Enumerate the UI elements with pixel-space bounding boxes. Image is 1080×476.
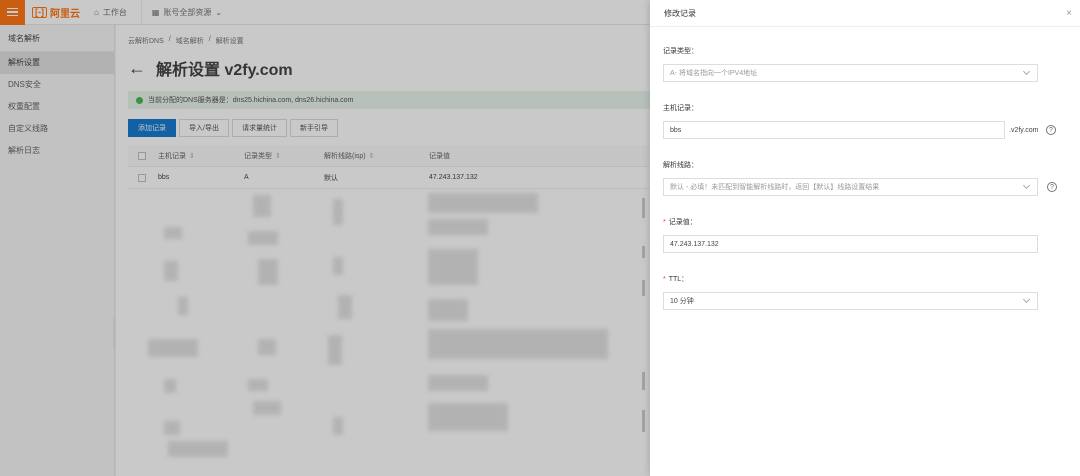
host-record-row: bbs .v2fy.com ?: [663, 121, 1080, 139]
host-record-input[interactable]: bbs: [663, 121, 1005, 139]
record-value-input[interactable]: 47.243.137.132: [663, 235, 1038, 253]
required-mark: *: [663, 218, 666, 226]
domain-suffix: .v2fy.com: [1009, 126, 1039, 134]
ttl-select[interactable]: 10 分钟: [663, 292, 1038, 310]
ttl-row: 10 分钟: [663, 292, 1080, 310]
record-type-value: A- 将域名指向一个IPV4地址: [670, 70, 758, 77]
chevron-down-icon: [1022, 295, 1031, 304]
host-record-value: bbs: [670, 126, 682, 134]
ttl-value: 10 分钟: [670, 298, 694, 305]
help-icon[interactable]: ?: [1046, 125, 1056, 135]
ttl-label: * TTL：: [663, 275, 689, 284]
edit-record-drawer: 修改记录 × 记录类型： A- 将域名指向一个IPV4地址 主机记录： bbs …: [650, 0, 1080, 476]
host-record-label: 主机记录：: [663, 105, 698, 112]
chevron-down-icon: [1022, 181, 1031, 190]
record-value-label: * 记录值：: [663, 218, 697, 227]
close-icon[interactable]: ×: [1066, 8, 1072, 19]
resolve-line-row: 默认 - 必填！未匹配到智能解析线路时，返回【默认】线路设置结果 ?: [663, 178, 1080, 196]
edit-record-form: 记录类型： A- 将域名指向一个IPV4地址 主机记录： bbs .v2fy.c…: [650, 27, 1080, 310]
scroll-marker: [642, 410, 645, 432]
record-value-row: 47.243.137.132: [663, 235, 1080, 253]
drawer-header: 修改记录 ×: [650, 0, 1080, 26]
drawer-title: 修改记录: [664, 8, 696, 18]
scroll-marker: [642, 372, 645, 390]
modal-overlay[interactable]: [0, 0, 650, 476]
resolve-line-value: 默认 - 必填！未匹配到智能解析线路时，返回【默认】线路设置结果: [670, 184, 880, 191]
resolve-line-label: 解析线路：: [663, 162, 698, 169]
chevron-down-icon: [1022, 67, 1031, 76]
scroll-marker: [642, 198, 645, 218]
record-type-label: 记录类型：: [663, 48, 698, 55]
record-value-text: 47.243.137.132: [670, 240, 719, 248]
record-type-row: A- 将域名指向一个IPV4地址: [663, 64, 1080, 82]
resolve-line-select[interactable]: 默认 - 必填！未匹配到智能解析线路时，返回【默认】线路设置结果: [663, 178, 1038, 196]
scroll-marker: [642, 280, 645, 296]
scroll-marker: [642, 246, 645, 258]
required-mark: *: [663, 275, 666, 283]
help-icon[interactable]: ?: [1047, 182, 1057, 192]
record-type-select[interactable]: A- 将域名指向一个IPV4地址: [663, 64, 1038, 82]
